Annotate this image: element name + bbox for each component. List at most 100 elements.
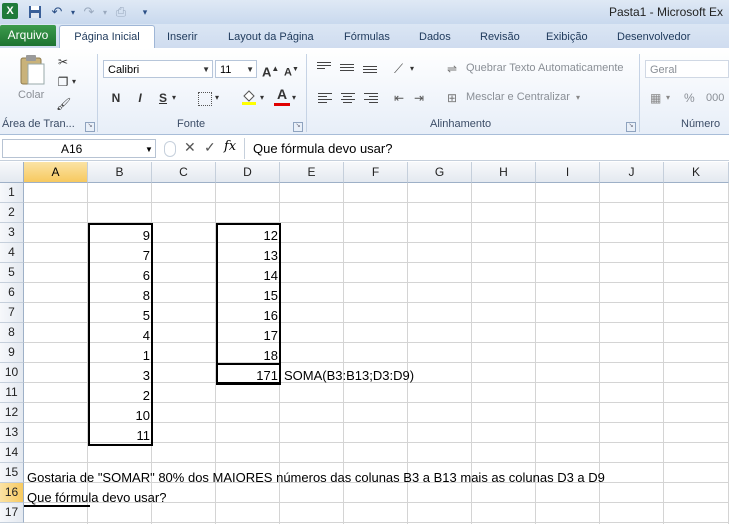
row-header-8[interactable]: 8 xyxy=(0,323,24,343)
column-header-k[interactable]: K xyxy=(664,162,729,183)
cell-b9[interactable]: 1 xyxy=(89,345,152,365)
tab-view[interactable]: Exibição xyxy=(546,28,588,46)
cell-d4[interactable]: 13 xyxy=(217,245,280,265)
row-header-17[interactable]: 17 xyxy=(0,503,24,523)
cell-d8[interactable]: 17 xyxy=(217,325,280,345)
chevron-down-icon[interactable]: ▼ xyxy=(145,140,153,159)
italic-button[interactable]: I xyxy=(134,90,146,106)
column-header-e[interactable]: E xyxy=(280,162,344,183)
row-header-6[interactable]: 6 xyxy=(0,283,24,303)
row-header-5[interactable]: 5 xyxy=(0,263,24,283)
accounting-format-icon[interactable]: ▦ xyxy=(650,90,661,106)
cell-b13[interactable]: 11 xyxy=(89,425,152,445)
tab-home[interactable]: Página Inicial xyxy=(59,25,155,49)
cell-a15[interactable]: Gostaria de "SOMAR" 80% dos MAIORES núme… xyxy=(25,467,605,487)
cell-b3[interactable]: 9 xyxy=(89,225,152,245)
font-name-select[interactable]: Calibri ▼ xyxy=(103,60,213,78)
tab-formulas[interactable]: Fórmulas xyxy=(344,28,390,46)
cell-d3[interactable]: 12 xyxy=(217,225,280,245)
cell-d5[interactable]: 14 xyxy=(217,265,280,285)
cell-b5[interactable]: 6 xyxy=(89,265,152,285)
cell-b12[interactable]: 10 xyxy=(89,405,152,425)
align-center-icon[interactable] xyxy=(341,93,355,103)
cell-d7[interactable]: 16 xyxy=(217,305,280,325)
cell-d6[interactable]: 15 xyxy=(217,285,280,305)
insert-function-button[interactable]: fx xyxy=(224,139,236,154)
tab-review[interactable]: Revisão xyxy=(480,28,520,46)
column-header-h[interactable]: H xyxy=(472,162,536,183)
cell-b6[interactable]: 8 xyxy=(89,285,152,305)
row-header-2[interactable]: 2 xyxy=(0,203,24,223)
save-icon[interactable] xyxy=(26,3,44,21)
tab-developer[interactable]: Desenvolvedor xyxy=(617,28,690,46)
row-header-14[interactable]: 14 xyxy=(0,443,24,463)
column-header-i[interactable]: I xyxy=(536,162,600,183)
cell-b10[interactable]: 3 xyxy=(89,365,152,385)
cut-icon[interactable]: ✂ xyxy=(56,54,70,70)
tab-file[interactable]: Arquivo xyxy=(0,25,56,46)
orientation-icon[interactable]: ⟋ xyxy=(394,61,403,77)
tab-insert[interactable]: Inserir xyxy=(167,28,198,46)
paste-icon[interactable] xyxy=(18,54,46,86)
align-top-icon[interactable] xyxy=(317,62,331,72)
cell-d9[interactable]: 18 xyxy=(217,345,280,365)
formula-bar-resize-handle[interactable] xyxy=(164,141,176,157)
format-painter-icon[interactable]: 🖌 xyxy=(56,96,71,112)
row-header-13[interactable]: 13 xyxy=(0,423,24,443)
decrease-indent-icon[interactable]: ⇤ xyxy=(394,90,404,106)
column-header-c[interactable]: C xyxy=(152,162,216,183)
borders-dropdown-icon[interactable]: ▾ xyxy=(215,90,219,106)
alignment-launcher-icon[interactable]: ↘ xyxy=(626,122,636,132)
underline-dropdown-icon[interactable]: ▾ xyxy=(172,90,176,106)
fill-color-dropdown-icon[interactable]: ▾ xyxy=(260,90,264,106)
customize-quick-access-icon[interactable]: ▾ xyxy=(136,3,154,21)
cell-b4[interactable]: 7 xyxy=(89,245,152,265)
fill-color-icon[interactable] xyxy=(240,88,258,106)
name-box[interactable]: A16 ▼ xyxy=(2,139,156,158)
cancel-icon[interactable]: ✕ xyxy=(184,139,196,156)
select-all-button[interactable] xyxy=(0,162,24,183)
accounting-dropdown-icon[interactable]: ▾ xyxy=(666,90,670,106)
cell-b8[interactable]: 4 xyxy=(89,325,152,345)
copy-dropdown-icon[interactable]: ▾ xyxy=(70,74,78,90)
number-format-select[interactable]: Geral xyxy=(645,60,729,78)
row-header-1[interactable]: 1 xyxy=(0,183,24,203)
align-middle-icon[interactable] xyxy=(340,64,354,74)
tab-page-layout[interactable]: Layout da Página xyxy=(228,28,314,46)
print-preview-icon[interactable]: ⎙ xyxy=(112,3,130,21)
align-right-icon[interactable] xyxy=(364,93,378,103)
font-color-dropdown-icon[interactable]: ▾ xyxy=(292,90,296,106)
column-header-d[interactable]: D xyxy=(216,162,280,183)
column-header-a[interactable]: A xyxy=(24,162,88,183)
tab-data[interactable]: Dados xyxy=(419,28,451,46)
font-color-icon[interactable]: A xyxy=(275,86,289,102)
row-header-4[interactable]: 4 xyxy=(0,243,24,263)
comma-style-button[interactable]: 000 xyxy=(706,92,724,104)
cell-a16[interactable]: Que fórmula devo usar? xyxy=(25,487,166,507)
increase-indent-icon[interactable]: ⇥ xyxy=(414,90,424,106)
row-header-15[interactable]: 15 xyxy=(0,463,24,483)
row-header-16[interactable]: 16 xyxy=(0,483,24,503)
align-left-icon[interactable] xyxy=(318,93,332,103)
underline-button[interactable]: S xyxy=(157,90,169,106)
column-header-f[interactable]: F xyxy=(344,162,408,183)
bold-button[interactable]: N xyxy=(110,90,122,106)
column-header-b[interactable]: B xyxy=(88,162,152,183)
cell-b11[interactable]: 2 xyxy=(89,385,152,405)
font-launcher-icon[interactable]: ↘ xyxy=(293,122,303,132)
borders-icon[interactable] xyxy=(198,92,212,106)
merge-center-icon[interactable]: ⊞ xyxy=(447,90,457,106)
row-header-11[interactable]: 11 xyxy=(0,383,24,403)
merge-center-button[interactable]: Mesclar e Centralizar xyxy=(466,91,570,103)
merge-dropdown-icon[interactable]: ▾ xyxy=(576,90,580,106)
font-size-select[interactable]: 11 ▼ xyxy=(215,60,257,78)
cell-d10[interactable]: 171 xyxy=(217,365,280,385)
formula-input[interactable]: Que fórmula devo usar? xyxy=(244,138,729,159)
clipboard-launcher-icon[interactable]: ↘ xyxy=(85,122,95,132)
excel-logo-icon[interactable]: X xyxy=(2,3,18,19)
align-bottom-icon[interactable] xyxy=(363,66,377,76)
row-header-9[interactable]: 9 xyxy=(0,343,24,363)
row-header-7[interactable]: 7 xyxy=(0,303,24,323)
shrink-font-icon[interactable]: A▼ xyxy=(284,62,299,81)
enter-icon[interactable]: ✓ xyxy=(204,139,216,156)
